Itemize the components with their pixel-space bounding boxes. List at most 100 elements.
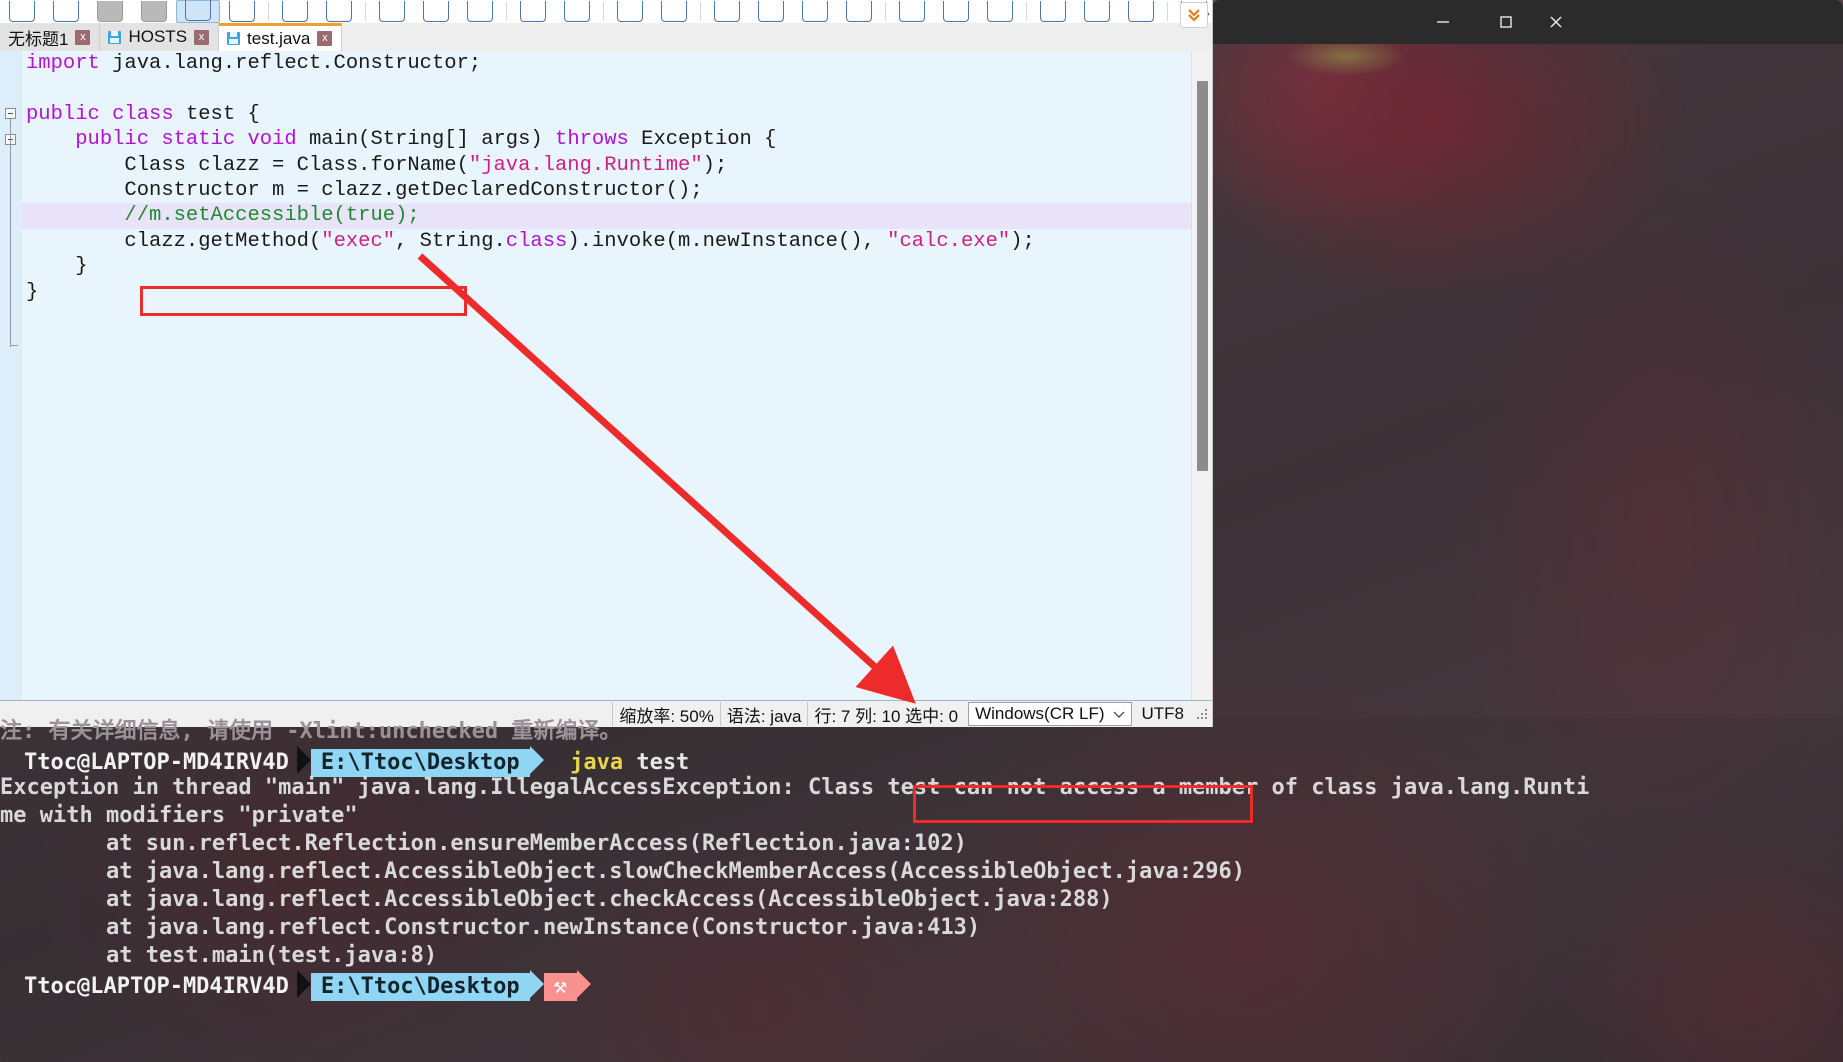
code-line[interactable]: Class clazz = Class.forName("java.lang.R…	[22, 153, 1212, 178]
code-token: Class clazz = Class.forName(	[124, 153, 469, 177]
column-icon[interactable]	[1031, 0, 1075, 23]
fold-gutter[interactable]	[0, 51, 22, 700]
close-button[interactable]	[1532, 0, 1579, 44]
terminal-output-line: at java.lang.reflect.AccessibleObject.ch…	[0, 887, 1113, 912]
terminal-prompt-line: Ttoc@LAPTOP-MD4IRV4D E:\Ttoc\Desktop ⚒	[0, 970, 1843, 1001]
toolbar-separator	[881, 0, 890, 23]
redo-icon[interactable]	[317, 0, 361, 23]
prompt-separator-icon	[529, 970, 544, 998]
save-as-icon[interactable]	[176, 0, 220, 23]
code-token: , String.	[395, 229, 506, 253]
save-all-icon[interactable]	[132, 0, 176, 23]
code-line[interactable]: import java.lang.reflect.Constructor;	[22, 51, 1212, 76]
font-icon[interactable]	[749, 0, 793, 23]
code-line[interactable]: clazz.getMethod("exec", String.class).in…	[22, 229, 1212, 254]
fold-toggle-class[interactable]	[5, 108, 16, 119]
tab-close-icon[interactable]: x	[317, 31, 333, 46]
document-tabbar: 无标题1 x HOSTS x test.java x	[0, 23, 1212, 52]
wrap-icon[interactable]	[978, 0, 1022, 23]
new-file-icon[interactable]	[0, 0, 44, 23]
prompt-user: Ttoc@LAPTOP-MD4IRV4D	[24, 750, 289, 775]
minimize-button[interactable]	[1419, 0, 1466, 44]
terminal-output-line: at test.main(test.java:8)	[0, 943, 438, 968]
replace-icon[interactable]	[414, 0, 458, 23]
fold-guide-line	[10, 119, 11, 347]
find-icon[interactable]	[370, 0, 414, 23]
maximize-button[interactable]	[1482, 0, 1529, 44]
terminal-command-keyword: java	[543, 750, 624, 775]
code-line[interactable]: //m.setAccessible(true);	[22, 203, 1212, 229]
code-annotation-rectangle	[140, 286, 467, 316]
save-state-icon	[108, 30, 122, 44]
code-token: main(String[] args)	[308, 128, 556, 152]
terminal-output[interactable]: 注: 有关详细信息, 请使用 -Xlint:unchecked 重新编译。 Tto…	[0, 718, 1843, 1062]
close-file-icon[interactable]	[220, 0, 264, 23]
code-token: }	[26, 280, 39, 304]
tab-close-icon[interactable]: x	[194, 29, 210, 45]
code-line[interactable]: Constructor m = clazz.getDeclaredConstru…	[22, 178, 1212, 203]
code-token: );	[702, 153, 728, 177]
tab-test.java[interactable]: test.java x	[219, 23, 343, 51]
code-token: //m.setAccessible(true);	[124, 204, 420, 228]
crossed-tools-icon: ⚒	[543, 973, 577, 1001]
tab-无标题1[interactable]: 无标题1 x	[0, 23, 101, 51]
code-editor-area[interactable]: import java.lang.reflect.Constructor; pub…	[0, 51, 1212, 700]
save-file-icon[interactable]	[88, 0, 132, 23]
editor-scrollbar-track[interactable]	[1191, 51, 1212, 700]
code-token: Exception {	[641, 128, 777, 152]
toolbar-separator	[264, 0, 273, 23]
prompt-separator-icon	[576, 970, 591, 998]
undo-icon[interactable]	[273, 0, 317, 23]
tab-label: 无标题1	[8, 29, 69, 49]
fold-end-tick	[10, 345, 18, 346]
tab-label: HOSTS	[128, 27, 188, 46]
binary-icon[interactable]	[1119, 0, 1163, 23]
window-titlebar	[1212, 0, 1843, 44]
next-icon[interactable]	[934, 0, 978, 23]
color-icon[interactable]	[837, 0, 881, 23]
code-token: "calc.exe"	[887, 229, 1011, 253]
uppercase-icon[interactable]	[511, 0, 555, 23]
code-line[interactable]: public class test {	[22, 102, 1212, 127]
prompt-path: E:\Ttoc\Desktop	[310, 749, 530, 777]
code-token: java.lang.reflect.Constructor;	[112, 52, 482, 75]
prompt-path: E:\Ttoc\Desktop	[310, 973, 530, 1001]
editor-scrollbar-thumb[interactable]	[1197, 81, 1208, 471]
code-token: throws	[555, 128, 642, 152]
prompt-user: Ttoc@LAPTOP-MD4IRV4D	[24, 974, 289, 999]
toolbar-separator	[502, 0, 511, 23]
tab-HOSTS[interactable]: HOSTS x	[100, 23, 220, 51]
chevron-down-icon	[1113, 711, 1124, 718]
list-icon[interactable]	[1075, 0, 1119, 23]
terminal-output-line: at java.lang.reflect.Constructor.newInst…	[0, 915, 981, 940]
align-icon[interactable]	[793, 0, 837, 23]
code-token: );	[1010, 229, 1035, 253]
code-content[interactable]: import java.lang.reflect.Constructor; pub…	[22, 51, 1212, 700]
code-token: clazz.getMethod(	[124, 229, 322, 253]
zoom-in-icon[interactable]	[608, 0, 652, 23]
toolbar-separator	[361, 0, 370, 23]
zoom-out-icon[interactable]	[652, 0, 696, 23]
toolbar-separator	[599, 0, 608, 23]
code-token: "java.lang.Runtime"	[468, 153, 703, 177]
editor-toolbar: »	[0, 0, 1212, 24]
code-line[interactable]	[22, 76, 1212, 101]
code-token: "exec"	[321, 229, 396, 253]
terminal-annotation-rectangle	[913, 785, 1253, 823]
code-line[interactable]: public static void main(String[] args) t…	[22, 127, 1212, 152]
tab-overflow-button[interactable]	[1180, 2, 1208, 28]
bookmark-icon[interactable]	[458, 0, 502, 23]
code-token: }	[75, 255, 88, 279]
lowercase-icon[interactable]	[555, 0, 599, 23]
toolbar-separator	[1163, 0, 1172, 23]
save-state-icon	[227, 32, 241, 45]
code-token: test {	[185, 102, 260, 126]
tab-close-icon[interactable]: x	[75, 29, 91, 45]
terminal-note-line: 注: 有关详细信息, 请使用 -Xlint:unchecked 重新编译。	[0, 719, 622, 744]
code-line[interactable]: }	[22, 254, 1212, 279]
tab-label: test.java	[247, 28, 311, 48]
open-file-icon[interactable]	[44, 0, 88, 23]
code-token: class	[505, 229, 568, 253]
prev-icon[interactable]	[890, 0, 934, 23]
indent-icon[interactable]	[705, 0, 749, 23]
